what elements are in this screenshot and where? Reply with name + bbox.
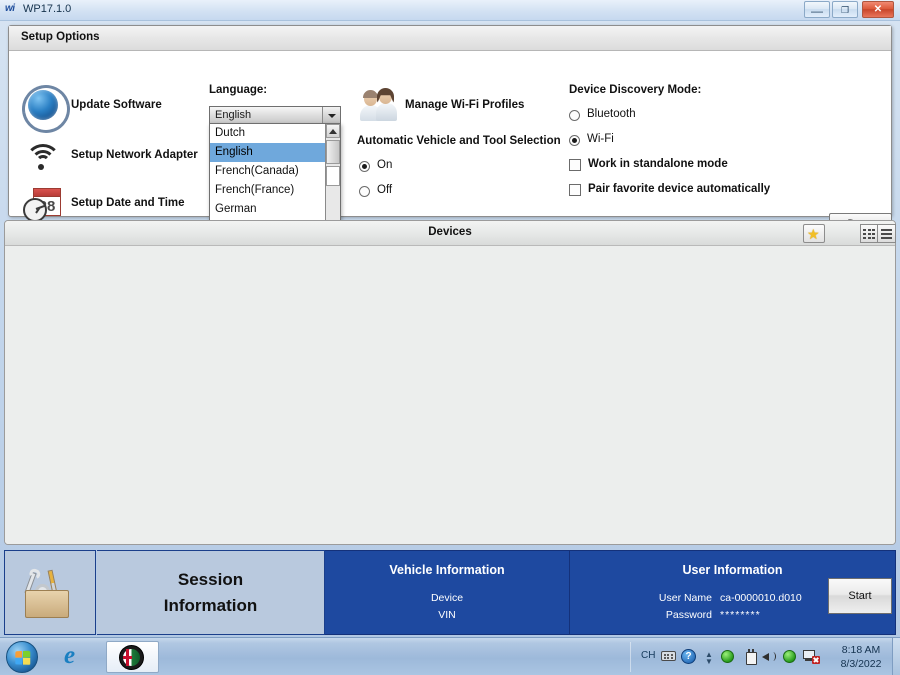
manage-wifi-profiles-item[interactable]: Manage Wi-Fi Profiles bbox=[360, 88, 551, 122]
windows-flag-icon bbox=[15, 650, 31, 666]
chevron-down-icon: ▼ bbox=[705, 657, 713, 666]
volume-speaker-icon[interactable] bbox=[762, 649, 778, 664]
windows-start-orb-icon[interactable] bbox=[6, 641, 38, 673]
keyboard-icon[interactable] bbox=[661, 651, 676, 661]
window-title: WP17.1.0 bbox=[23, 3, 72, 15]
devices-title: Devices bbox=[428, 226, 472, 238]
language-label: Language: bbox=[209, 84, 268, 96]
scrollbar-track-segment[interactable] bbox=[326, 166, 340, 186]
update-software-item[interactable]: Update Software bbox=[12, 75, 211, 143]
user-information-heading: User Information bbox=[682, 563, 783, 577]
favorite-device-button[interactable]: ★ bbox=[803, 224, 825, 243]
status-green-dot-icon[interactable] bbox=[783, 650, 796, 663]
setup-options-title: Setup Options bbox=[21, 31, 100, 43]
vehicle-device-label: Device bbox=[430, 592, 464, 604]
alfa-romeo-app-button[interactable] bbox=[106, 641, 159, 673]
update-software-label: Update Software bbox=[71, 99, 162, 111]
taskbar-date: 8/3/2022 bbox=[840, 658, 882, 670]
language-option[interactable]: Dutch bbox=[210, 124, 340, 143]
input-language-indicator[interactable]: CH bbox=[641, 650, 655, 661]
radio-indicator bbox=[569, 110, 580, 121]
checkbox-indicator bbox=[569, 184, 581, 196]
start-button-label: Start bbox=[848, 590, 872, 602]
star-icon: ★ bbox=[807, 226, 820, 242]
help-glyph: ? bbox=[685, 651, 692, 662]
update-software-icon bbox=[12, 75, 80, 143]
setup-network-adapter-label: Setup Network Adapter bbox=[71, 149, 198, 161]
application-window: wi WP17.1.0 — ❐ ✕ Setup Options Update S… bbox=[0, 0, 900, 637]
minimize-icon: — bbox=[811, 4, 823, 18]
standalone-mode-label: Work in standalone mode bbox=[588, 158, 728, 170]
devices-list-area[interactable] bbox=[5, 246, 895, 544]
session-title-line1: Session bbox=[177, 570, 244, 589]
devices-panel: Devices ★ bbox=[4, 220, 896, 545]
vehicle-information-cell: Vehicle Information Device VIN bbox=[325, 550, 570, 635]
manage-wifi-profiles-label: Manage Wi-Fi Profiles bbox=[405, 99, 525, 111]
close-icon: ✕ bbox=[873, 4, 883, 15]
minimize-button[interactable]: — bbox=[804, 1, 830, 18]
toolbox-cell bbox=[4, 550, 96, 635]
show-hidden-icons-button[interactable]: ▲ ▼ bbox=[704, 649, 714, 666]
toolbox-icon bbox=[19, 564, 75, 622]
wifi-signal-icon bbox=[21, 134, 65, 178]
username-label: User Name bbox=[658, 592, 712, 604]
list-view-button[interactable] bbox=[878, 224, 896, 243]
maximize-icon: ❐ bbox=[840, 5, 850, 15]
setup-date-time-label: Setup Date and Time bbox=[71, 197, 185, 209]
pair-favorite-label: Pair favorite device automatically bbox=[588, 183, 771, 195]
help-icon[interactable]: ? bbox=[681, 649, 696, 664]
chevron-down-icon[interactable] bbox=[322, 107, 340, 123]
discovery-wifi-label: Wi-Fi bbox=[587, 133, 614, 145]
scrollbar-thumb[interactable] bbox=[326, 140, 340, 164]
internet-explorer-icon[interactable]: e bbox=[64, 642, 92, 671]
session-title-line2: Information bbox=[163, 596, 258, 615]
device-plug-icon[interactable] bbox=[744, 649, 758, 665]
setup-options-panel: Setup Options Update Software Setup Netw… bbox=[8, 25, 892, 244]
scroll-up-button[interactable] bbox=[326, 124, 340, 138]
device-discovery-label: Device Discovery Mode: bbox=[569, 84, 702, 96]
auto-selection-off-label: Off bbox=[377, 184, 393, 196]
show-desktop-button[interactable] bbox=[892, 638, 900, 675]
automatic-selection-label: Automatic Vehicle and Tool Selection bbox=[357, 135, 561, 147]
username-value: ca-0000010.d010 bbox=[720, 592, 802, 604]
network-disconnected-icon[interactable] bbox=[803, 649, 820, 664]
vehicle-information-heading: Vehicle Information bbox=[389, 563, 505, 577]
checkbox-indicator bbox=[569, 159, 581, 171]
tray-divider bbox=[630, 642, 631, 672]
two-people-icon bbox=[360, 88, 399, 122]
radio-indicator bbox=[569, 135, 580, 146]
vehicle-vin-label: VIN bbox=[438, 609, 456, 621]
language-option-selected[interactable]: English bbox=[210, 143, 340, 162]
discovery-bluetooth-label: Bluetooth bbox=[587, 108, 636, 120]
clock-area[interactable]: 8:18 AM 8/3/2022 bbox=[832, 643, 890, 671]
setup-options-header: Setup Options bbox=[9, 26, 891, 51]
radio-indicator bbox=[359, 186, 370, 197]
setup-network-adapter-item[interactable]: Setup Network Adapter bbox=[21, 134, 211, 180]
auto-selection-on-label: On bbox=[377, 159, 393, 171]
maximize-button[interactable]: ❐ bbox=[832, 1, 858, 18]
ie-glyph: e bbox=[64, 642, 76, 669]
language-option[interactable]: French(France) bbox=[210, 181, 340, 200]
close-button[interactable]: ✕ bbox=[862, 1, 894, 18]
session-info-strip: Session Information Vehicle Information … bbox=[2, 550, 898, 635]
alfa-romeo-app-icon bbox=[119, 645, 144, 670]
app-logo: wi bbox=[5, 3, 15, 14]
taskbar-time: 8:18 AM bbox=[841, 644, 881, 656]
start-session-button[interactable]: Start bbox=[828, 578, 892, 614]
title-bar: wi WP17.1.0 — ❐ ✕ bbox=[0, 0, 900, 21]
language-option[interactable]: French(Canada) bbox=[210, 162, 340, 181]
windows-taskbar: e CH ? ▲ ▼ 8:18 AM 8/3/2022 bbox=[0, 637, 900, 675]
devices-header: Devices ★ bbox=[5, 221, 896, 246]
session-information-title: Session Information bbox=[97, 567, 324, 619]
status-green-dot-icon[interactable] bbox=[721, 650, 734, 663]
password-value: ******** bbox=[720, 609, 761, 621]
language-option[interactable]: German bbox=[210, 200, 340, 219]
radio-indicator bbox=[359, 161, 370, 172]
language-combobox[interactable]: English bbox=[209, 106, 341, 124]
grid-view-button[interactable] bbox=[860, 224, 878, 243]
language-selected-value: English bbox=[215, 109, 252, 121]
password-label: Password bbox=[665, 609, 712, 621]
session-information-cell[interactable]: Session Information bbox=[97, 550, 325, 635]
